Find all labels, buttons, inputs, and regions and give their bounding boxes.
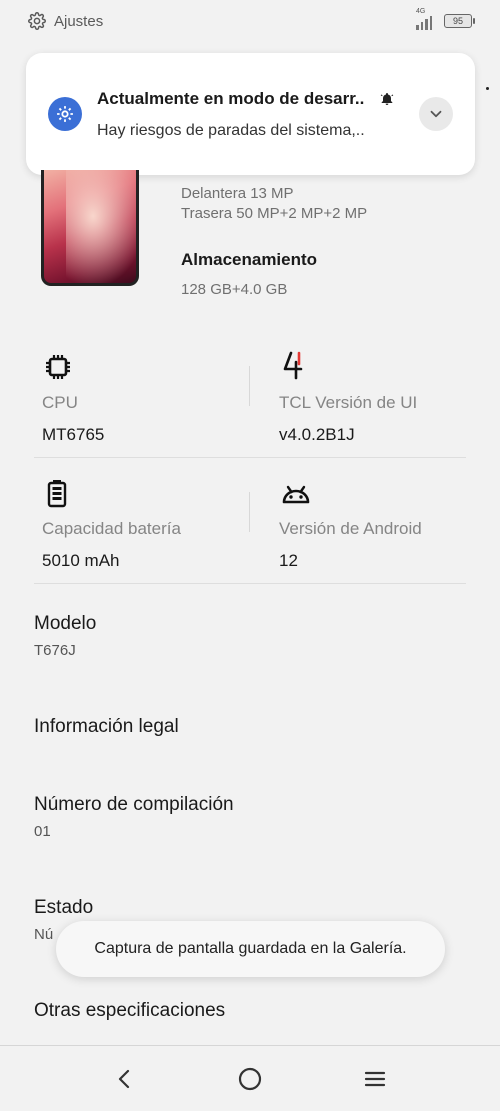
legal-info-title: Información legal bbox=[34, 716, 179, 737]
ui-version-value: v4.0.2B1J bbox=[279, 425, 355, 444]
recents-button[interactable] bbox=[358, 1062, 392, 1096]
model-title: Modelo bbox=[34, 613, 97, 634]
notification-text: Hay riesgos de paradas del sistema,.. bbox=[97, 122, 365, 139]
battery-icon bbox=[47, 480, 67, 508]
status-right: 4G 95 bbox=[416, 8, 475, 30]
android-version-label: Versión de Android bbox=[279, 519, 422, 538]
notification-title: Actualmente en modo de desarr.. bbox=[97, 89, 365, 108]
tcl-ui-icon bbox=[283, 351, 303, 380]
toast-text: Captura de pantalla guardada en la Galer… bbox=[94, 940, 407, 957]
status-app-label: Ajustes bbox=[54, 12, 104, 30]
battery-capacity-label: Capacidad batería bbox=[42, 519, 181, 538]
navigation-bar bbox=[0, 1045, 500, 1111]
spec-divider bbox=[249, 492, 250, 532]
back-icon bbox=[118, 1069, 130, 1089]
android-version-value: 12 bbox=[279, 551, 298, 570]
status-title: Estado bbox=[34, 897, 94, 918]
build-number-title: Número de compilación bbox=[34, 794, 234, 815]
android-icon bbox=[282, 485, 310, 504]
row-divider bbox=[34, 457, 466, 458]
home-button[interactable] bbox=[233, 1062, 267, 1096]
ui-version-label: TCL Versión de UI bbox=[279, 393, 418, 412]
gear-icon bbox=[57, 106, 73, 122]
developer-mode-notification[interactable]: Actualmente en modo de desarr.. Hay ries… bbox=[26, 53, 475, 175]
spec-divider bbox=[249, 366, 250, 406]
overflow-dot bbox=[486, 87, 489, 90]
back-button[interactable] bbox=[108, 1062, 142, 1096]
status-left: Ajustes bbox=[28, 12, 103, 30]
storage-title: Almacenamiento bbox=[181, 250, 318, 269]
build-number-value: 01 bbox=[34, 823, 51, 840]
status-bar: Ajustes 4G 95 bbox=[0, 0, 500, 42]
signal-icon: 4G bbox=[416, 8, 436, 30]
front-camera: Delantera 13 MP bbox=[181, 185, 294, 202]
row-divider bbox=[34, 583, 466, 584]
expand-notification-button[interactable] bbox=[419, 97, 453, 131]
settings-app-icon bbox=[48, 97, 82, 131]
model-value: T676J bbox=[34, 642, 76, 659]
battery-level: 95 bbox=[452, 16, 463, 26]
battery-status-icon: 95 bbox=[444, 14, 475, 28]
gear-icon bbox=[28, 12, 46, 30]
chevron-down-icon bbox=[430, 110, 442, 118]
other-specs-title: Otras especificaciones bbox=[34, 1000, 226, 1021]
bell-icon bbox=[380, 93, 394, 105]
menu-icon bbox=[364, 1071, 386, 1087]
status-value: Nú bbox=[34, 926, 54, 943]
home-icon bbox=[238, 1067, 262, 1091]
network-type: 4G bbox=[416, 8, 426, 15]
battery-capacity-value: 5010 mAh bbox=[42, 551, 120, 570]
storage-value: 128 GB+4.0 GB bbox=[181, 281, 288, 298]
chip-icon bbox=[46, 355, 70, 379]
rear-camera: Trasera 50 MP+2 MP+2 MP bbox=[181, 205, 368, 222]
screenshot-toast: Captura de pantalla guardada en la Galer… bbox=[56, 921, 445, 977]
device-image bbox=[41, 170, 139, 286]
cpu-label: CPU bbox=[42, 393, 78, 412]
cpu-value: MT6765 bbox=[42, 425, 105, 444]
